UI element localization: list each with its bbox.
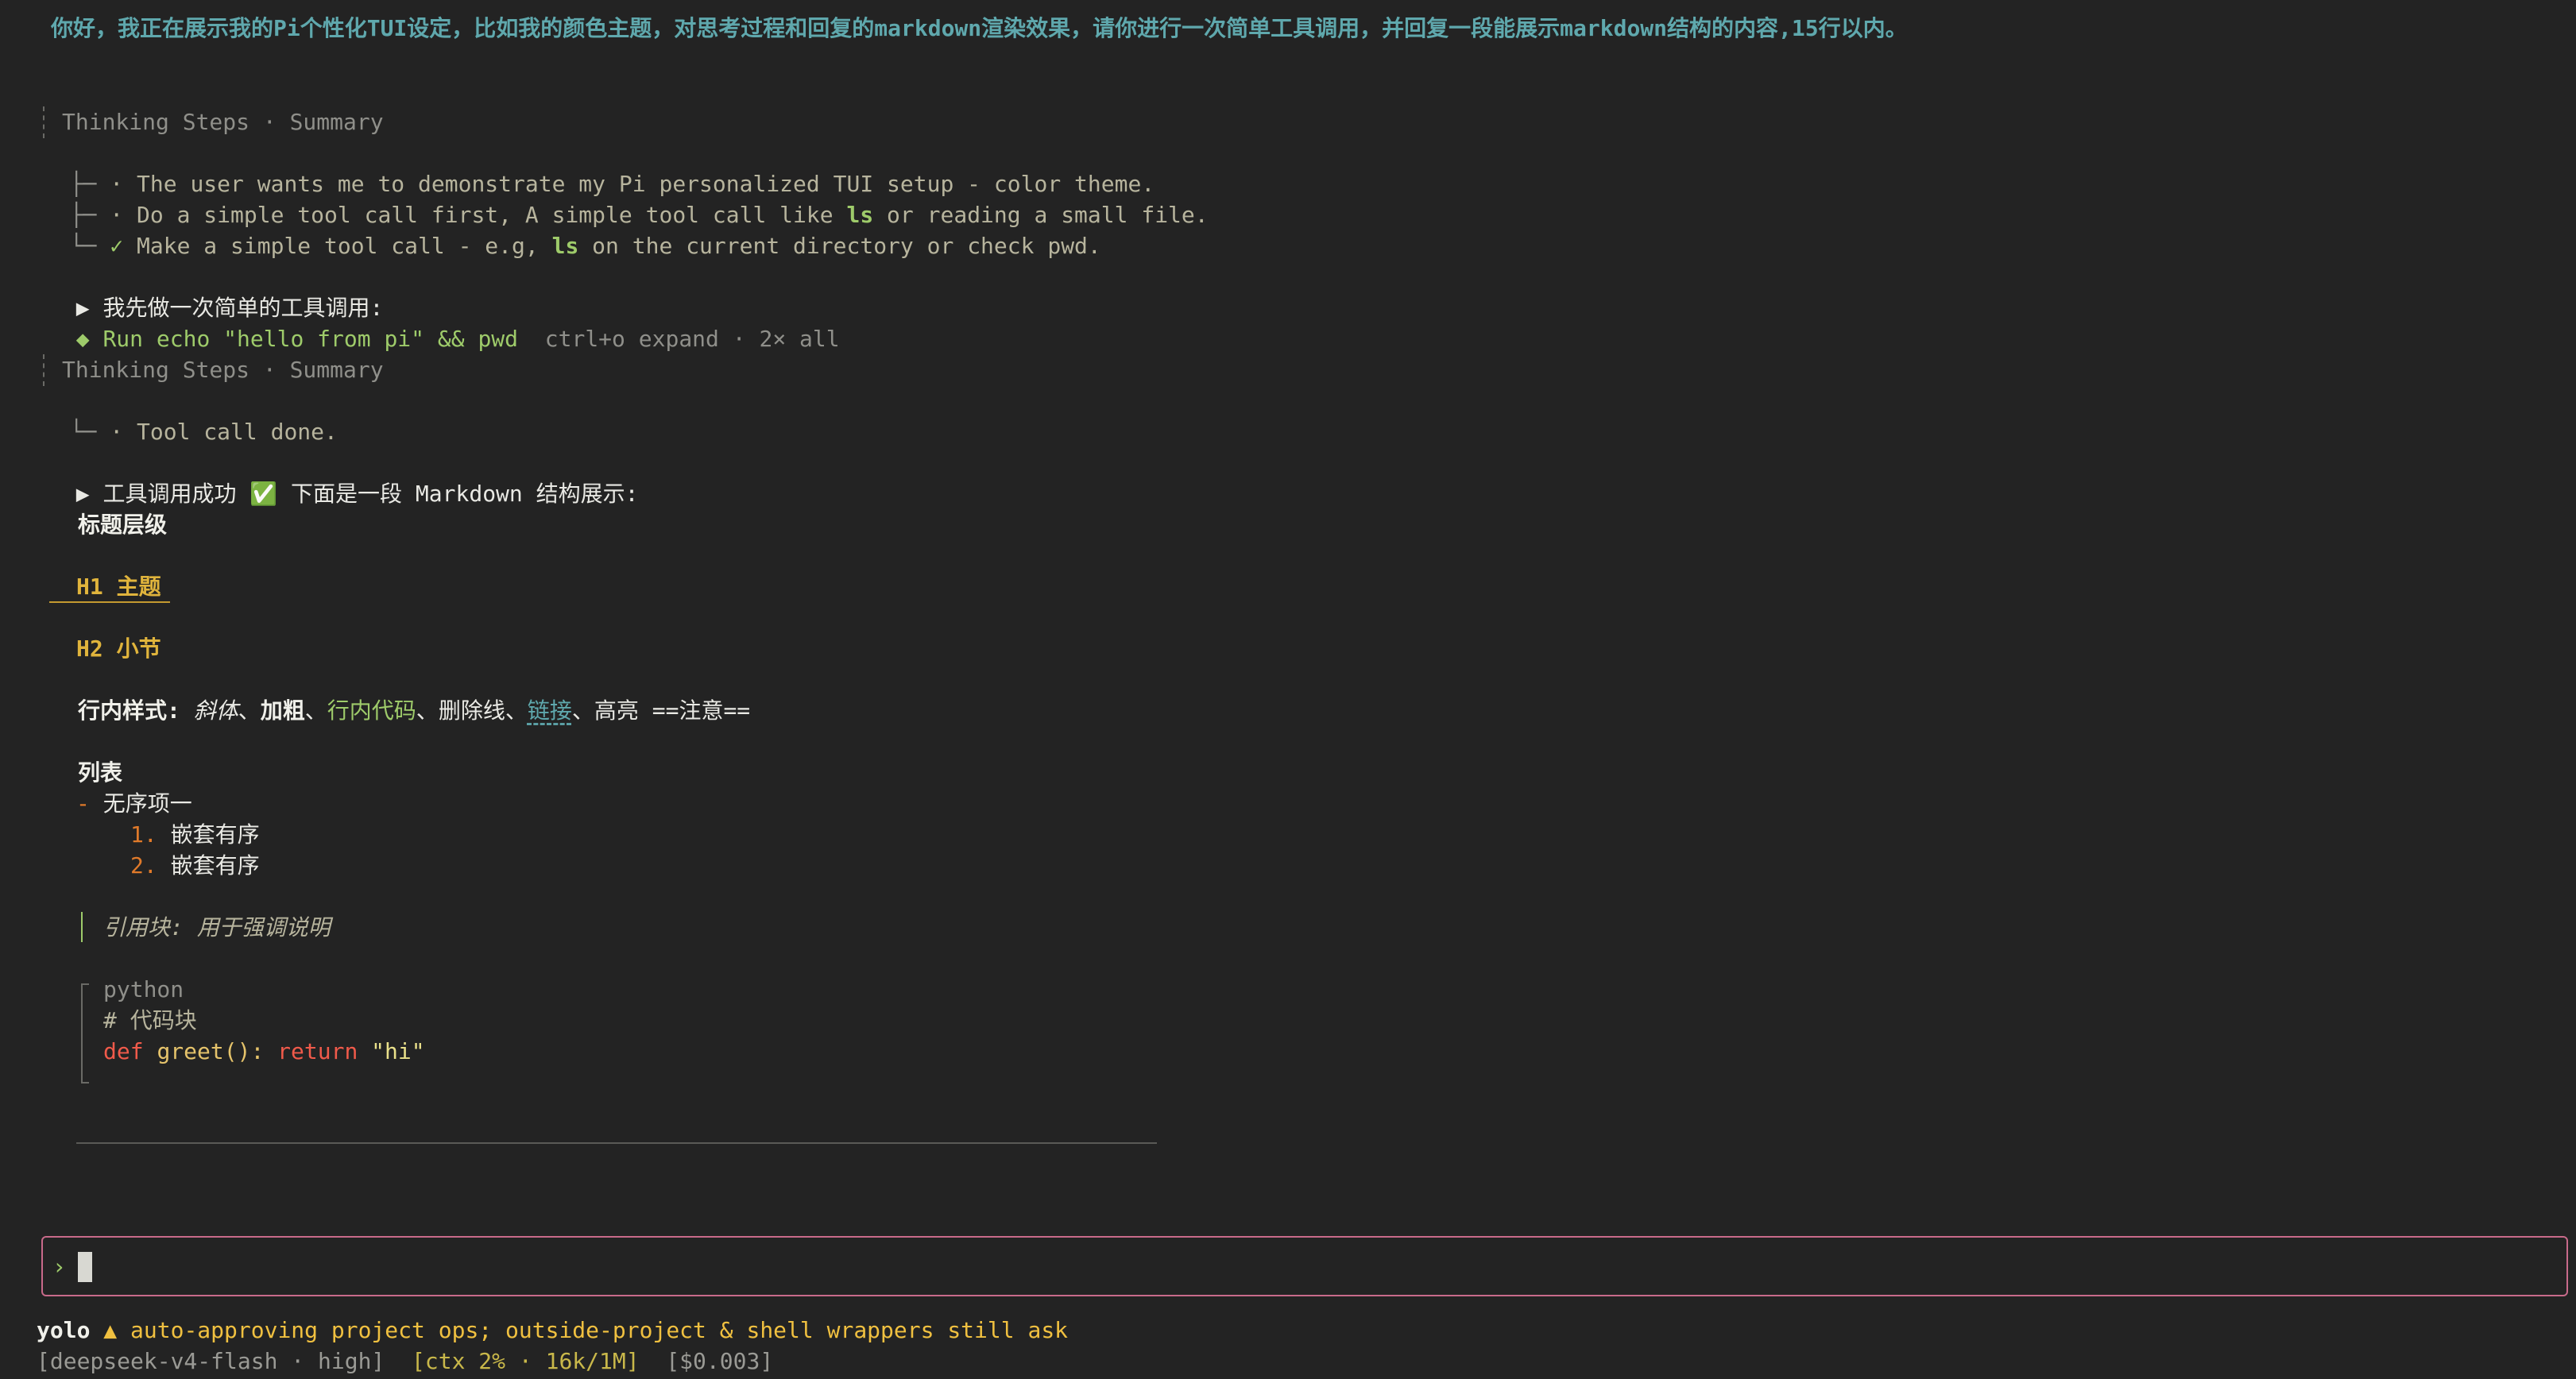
md-ul-marker: - (76, 790, 90, 817)
diamond-icon: ◆ (75, 326, 90, 352)
md-horizontal-rule (76, 1142, 1157, 1144)
check-icon: ✓ (110, 233, 124, 259)
md-code-comment: # 代码块 (103, 1007, 197, 1033)
md-list-title: 列表 (78, 759, 123, 786)
step-text: Make a simple tool call - e.g, (137, 233, 552, 259)
md-h2: H2 小节 (76, 635, 161, 662)
tree-prefix: └─ (69, 233, 97, 259)
md-quote-bar (81, 912, 83, 942)
code-string: "hi" (371, 1038, 425, 1064)
thinking-title: Thinking Steps · Summary (62, 109, 384, 135)
tree-prefix: └─ (69, 419, 97, 445)
mode-label: yolo (37, 1317, 91, 1343)
md-code-lang: python (103, 976, 184, 1002)
warning-icon: ▲ (103, 1317, 118, 1343)
session-status: [deepseek-v4-flash · high] [ctx 2% · 16k… (37, 1346, 773, 1377)
md-ol-item: 2. 嵌套有序 (130, 850, 260, 881)
prompt-input-box[interactable]: › (41, 1236, 2568, 1296)
md-ul-item: - 无序项一 (76, 788, 192, 819)
assistant-message: ▶ 工具调用成功 ✅ 下面是一段 Markdown 结构展示: (49, 447, 639, 509)
md-ol-text: 嵌套有序 (170, 821, 260, 848)
thinking-step: └─ · Tool call done. (43, 385, 338, 447)
chevron-right-icon: › (52, 1253, 66, 1280)
code-keyword: return (277, 1038, 358, 1064)
md-sep: 、 (238, 697, 261, 724)
step-text: Tool call done. (137, 419, 338, 445)
md-inline-styles: 行内样式: 斜体、加粗、行内代码、删除线、链接、高亮 ==注意== (78, 695, 750, 726)
md-h1: H1 主题 (76, 574, 161, 600)
thinking-rail (43, 354, 46, 386)
md-h1-underline (49, 601, 170, 603)
md-highlight-label: 高亮 (594, 697, 652, 724)
code-function: greet(): (157, 1038, 265, 1064)
thinking-title: Thinking Steps · Summary (62, 357, 384, 383)
cost-badge: [$0.003] (666, 1348, 774, 1374)
md-ol-number: 1. (130, 821, 157, 848)
user-prompt: 你好，我正在展示我的Pi个性化TUI设定，比如我的颜色主题，对思考过程和回复的m… (51, 15, 1908, 41)
md-ol-text: 嵌套有序 (170, 852, 260, 879)
md-sep: 、 (416, 697, 439, 724)
md-bold: 加粗 (260, 697, 305, 724)
md-sep: 、 (505, 697, 528, 724)
step-bullet: · (110, 419, 124, 445)
triangle-right-icon: ▶ (75, 481, 90, 507)
warning-text: auto-approving project ops; outside-proj… (130, 1317, 1069, 1343)
md-code-corner (81, 1082, 89, 1084)
md-sep: 、 (304, 697, 327, 724)
model-badge: [deepseek-v4-flash · high] (37, 1348, 385, 1374)
md-code-line: def greet(): return "hi" (103, 1036, 425, 1067)
mode-status: yolo ▲ auto-approving project ops; outsi… (37, 1315, 1068, 1346)
md-italic: 斜体 (193, 697, 238, 724)
inline-code: ls (551, 233, 579, 259)
check-emoji-icon: ✅ (249, 481, 278, 507)
assistant-text: 下面是一段 Markdown 结构展示: (291, 481, 639, 507)
assistant-text: 工具调用成功 (102, 481, 237, 507)
tool-call[interactable]: ◆ Run echo "hello from pi" && pwd ctrl+o… (49, 292, 840, 354)
code-keyword: def (103, 1038, 144, 1064)
md-section-title: 标题层级 (78, 512, 168, 538)
md-blockquote: 引用块: 用于强调说明 (103, 914, 331, 941)
step-text: on the current directory or check pwd. (578, 233, 1101, 259)
md-strike: 删除线 (438, 697, 505, 724)
md-label: 行内样式: (78, 697, 180, 724)
md-code-rail (81, 983, 84, 1084)
thinking-step: └─ ✓ Make a simple tool call - e.g, ls o… (43, 199, 1101, 261)
md-ul-text: 无序项一 (102, 790, 192, 817)
thinking-rail (43, 106, 46, 138)
tool-expand-hint[interactable]: ctrl+o expand · 2× all (545, 326, 840, 352)
md-highlight: ==注意== (652, 697, 751, 724)
md-sep: 、 (571, 697, 594, 724)
md-link[interactable]: 链接 (528, 697, 572, 724)
tool-command: Run echo "hello from pi" && pwd (102, 326, 519, 352)
text-cursor (78, 1252, 92, 1282)
md-ol-item: 1. 嵌套有序 (130, 819, 260, 850)
md-code-corner (81, 983, 89, 985)
md-ol-number: 2. (130, 852, 157, 879)
md-inline-code: 行内代码 (327, 697, 416, 724)
context-badge: [ctx 2% · 16k/1M] (412, 1348, 640, 1374)
